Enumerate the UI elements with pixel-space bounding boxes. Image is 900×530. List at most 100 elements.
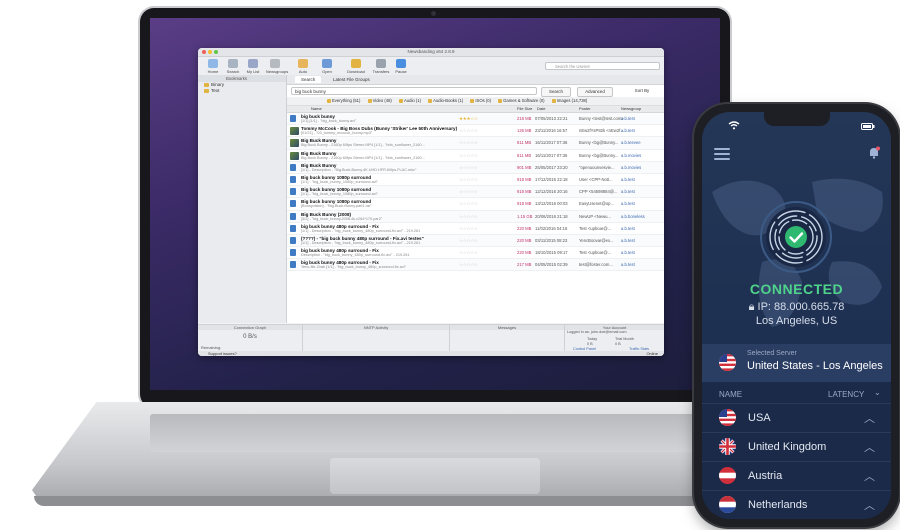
search-button[interactable]: Search xyxy=(541,87,571,97)
lock-icon: 🔒︎ xyxy=(748,301,755,313)
table-row[interactable]: big buck bunny 480p surround - Fix Yenc-f… xyxy=(287,259,664,272)
chevron-down-icon[interactable]: ⌄ xyxy=(874,388,881,397)
flag-uk-icon xyxy=(719,438,736,455)
table-row[interactable]: big buck bunny [1/1] [1/1] - "big_buck_bu… xyxy=(287,113,664,126)
connected-fingerprint-icon xyxy=(760,201,832,273)
rating-stars[interactable]: ☆☆☆☆☆ xyxy=(459,153,478,159)
rating-stars[interactable]: ☆☆☆☆☆ xyxy=(459,262,478,268)
col-poster[interactable]: Poster xyxy=(579,106,591,112)
table-row[interactable]: Big Buck Bunny Big Buck Bunny - 2160p 60f… xyxy=(287,137,664,150)
col-name[interactable]: Name xyxy=(311,106,322,112)
row-newsgroup: a.b.test xyxy=(621,128,635,134)
server-row-austria[interactable]: Austria ︿ xyxy=(702,461,891,490)
wifi-icon xyxy=(728,121,740,132)
newsreader-window: Newsbanding x64 2.8.9 Home Search My Lis… xyxy=(198,48,664,356)
table-row[interactable]: Big Buck Bunny (2008) [3/2] - "big_buck_b… xyxy=(287,210,664,223)
server-row-netherlands[interactable]: Netherlands ︿ xyxy=(702,490,891,519)
category-everything[interactable]: Everything (51) xyxy=(327,98,360,103)
rating-stars[interactable]: ☆☆☆☆☆ xyxy=(459,238,478,244)
flag-netherlands-icon xyxy=(719,496,736,513)
sidebar-header: Bookmarks xyxy=(198,75,286,82)
table-row[interactable]: (????) - "big buck bunny 480p surround -… xyxy=(287,234,664,248)
table-row[interactable]: Big buck bunny 1080p surround [1/1] - "bi… xyxy=(287,186,664,199)
category-audiobooks[interactable]: Audio-Books (1) xyxy=(428,98,463,103)
row-size: 220 MB xyxy=(517,237,532,243)
table-row[interactable]: big buck bunny 480p surround - Fix [1/1] … xyxy=(287,223,664,235)
chevron-up-icon[interactable]: ︿ xyxy=(864,410,875,426)
row-subject: Description - "big_buck_bunny_480p_surro… xyxy=(301,253,410,258)
tab-search[interactable]: Search xyxy=(295,76,322,83)
toolbar-pause[interactable]: Pause xyxy=(392,59,410,74)
rating-stars[interactable]: ★★★☆☆ xyxy=(459,116,478,122)
server-row-uk[interactable]: United Kingdom ︿ xyxy=(702,432,891,461)
row-size: 901 MB xyxy=(517,164,532,170)
sidebar-item-text[interactable]: Text xyxy=(198,88,286,94)
row-size: 1.15 GB xyxy=(517,213,533,219)
toolbar-search[interactable]: Search xyxy=(224,59,242,74)
row-size: 918 MB xyxy=(517,189,532,195)
server-name: Netherlands xyxy=(748,499,808,511)
chevron-up-icon[interactable]: ︿ xyxy=(864,468,875,484)
file-icon xyxy=(290,175,296,183)
col-newsgroup[interactable]: Newsgroup xyxy=(621,106,641,112)
row-newsgroup: a.b.movies xyxy=(621,152,642,158)
notification-bell-icon[interactable] xyxy=(868,146,880,159)
file-icon xyxy=(290,212,296,220)
file-icon xyxy=(290,224,296,232)
tab-latest-file-groups[interactable]: Latest File Groups xyxy=(327,76,376,83)
category-images[interactable]: Images (14,738) xyxy=(552,98,588,103)
col-date[interactable]: Date xyxy=(537,106,545,112)
table-row[interactable]: Big buck bunny 1080p surround [1/1] - "bi… xyxy=(287,174,664,187)
chevron-up-icon[interactable]: ︿ xyxy=(864,439,875,455)
table-row[interactable]: Big buck bunny 1080p surround [Bunnyvisio… xyxy=(287,198,664,211)
table-row[interactable]: Big Buck Bunny [1/1] - Description - "Big… xyxy=(287,161,664,174)
row-subject: [1/1] - Description - "big_buck_bunny_48… xyxy=(301,228,421,233)
server-name: Austria xyxy=(748,470,783,482)
sidebar: Bookmarks Binary Text xyxy=(198,75,287,323)
server-name: United Kingdom xyxy=(748,441,827,453)
table-row[interactable]: Tommy McCook - Big Boss Dubs (Bunny 'Str… xyxy=(287,125,664,138)
rating-stars[interactable]: ☆☆☆☆☆ xyxy=(459,201,478,207)
toolbar-transfers[interactable]: Transfers xyxy=(372,59,390,74)
advanced-button[interactable]: Advanced xyxy=(577,87,613,97)
category-audio[interactable]: Audio (1) xyxy=(399,98,421,103)
row-date: 16/11/2017 07:36 xyxy=(535,152,568,158)
table-row[interactable]: Big Buck Bunny Big Buck Bunny - 2160p 60f… xyxy=(287,150,664,162)
row-poster: "openuounvesvie... xyxy=(579,164,615,170)
laptop-keyboard xyxy=(150,414,720,452)
row-subject: Yenc-file-Grab [1/1] - "big_buck_bunny_4… xyxy=(301,265,406,270)
toolbar-mylist[interactable]: My List xyxy=(244,59,262,74)
sort-by-dropdown[interactable]: Sort By xyxy=(625,87,659,95)
col-size[interactable]: File Size xyxy=(517,106,532,112)
toolbar-newsgroups[interactable]: Newsgroups xyxy=(266,59,288,74)
row-subject: Big Buck Bunny - 2160p 60fps Stereo MP4 … xyxy=(301,143,425,148)
server-row-usa[interactable]: USA ︿ xyxy=(702,403,891,432)
results-table: big buck bunny [1/1] [1/1] - "big_buck_bu… xyxy=(287,113,664,272)
rating-stars[interactable]: ☆☆☆☆☆ xyxy=(459,140,478,146)
row-subject: [1/1] - "big_buck_bunny_1080p_surround.a… xyxy=(301,192,378,197)
rating-stars[interactable]: ☆☆☆☆☆ xyxy=(459,226,478,232)
category-isos[interactable]: ISOs (0) xyxy=(470,98,491,103)
global-search-input[interactable]: Search the Usenet xyxy=(545,62,660,70)
rating-stars[interactable]: ☆☆☆☆☆ xyxy=(459,214,478,220)
selected-server[interactable]: Selected Server United States - Los Ange… xyxy=(702,344,891,382)
row-poster: EasyUsenet@op... xyxy=(579,201,614,207)
rating-stars[interactable]: ☆☆☆☆☆ xyxy=(459,165,478,171)
file-icon xyxy=(290,200,296,208)
row-poster: User <CPP-Nott... xyxy=(579,176,613,182)
rating-stars[interactable]: ☆☆☆☆☆ xyxy=(459,250,478,256)
support-link[interactable]: Support issues? xyxy=(208,351,237,356)
category-games-software[interactable]: Games & Software (0) xyxy=(498,98,544,103)
query-row: big buck bunny Search Advanced Sort By xyxy=(287,85,664,97)
menu-icon[interactable] xyxy=(714,148,730,160)
rating-stars[interactable]: ☆☆☆☆☆ xyxy=(459,128,478,134)
category-filter-bar: Everything (51) Video (48) Audio (1) Aud… xyxy=(287,97,664,106)
query-input[interactable]: big buck bunny xyxy=(291,87,537,95)
table-row[interactable]: big buck bunny 480p surround - Fix Descri… xyxy=(287,247,664,260)
row-date: 23/11/2016 16:57 xyxy=(535,128,568,134)
rating-stars[interactable]: ☆☆☆☆☆ xyxy=(459,189,478,195)
chevron-up-icon[interactable]: ︿ xyxy=(864,497,875,513)
rating-stars[interactable]: ☆☆☆☆☆ xyxy=(459,177,478,183)
category-video[interactable]: Video (48) xyxy=(368,98,392,103)
toolbar-home[interactable]: Home xyxy=(204,59,222,74)
